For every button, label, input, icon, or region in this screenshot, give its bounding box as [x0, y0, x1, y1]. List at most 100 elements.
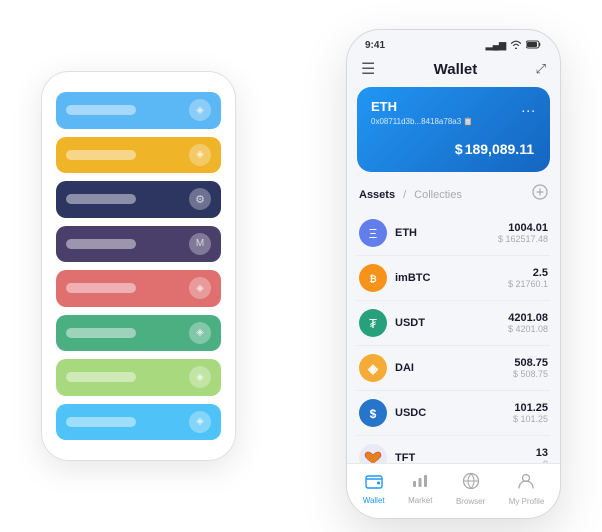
card-icon-7: ◈ [189, 366, 211, 388]
eth-card[interactable]: ETH ... 0x08711d3b...8418a78a3 📋 $189,08… [357, 87, 550, 172]
market-nav-icon [411, 473, 429, 494]
status-icons: ▂▄▆ [486, 40, 542, 51]
card-icon-5: ◈ [189, 277, 211, 299]
expand-icon[interactable]: ⤢ [536, 61, 546, 77]
svg-text:◈: ◈ [367, 361, 379, 376]
usdc-amounts: 101.25 $ 101.25 [513, 402, 548, 424]
phone-content: ETH ... 0x08711d3b...8418a78a3 📋 $189,08… [347, 87, 560, 463]
tft-icon [359, 444, 387, 463]
card-label-6 [66, 328, 136, 338]
eth-amounts: 1004.01 $ 162517.48 [498, 222, 548, 244]
nav-market-label: Market [408, 496, 432, 505]
asset-item-eth[interactable]: Ξ ETH 1004.01 $ 162517.48 [357, 211, 550, 256]
asset-item-usdc[interactable]: $ USDC 101.25 $ 101.25 [357, 391, 550, 436]
card-row-3[interactable]: ⚙ [56, 181, 221, 218]
eth-amount-value: 189,089.11 [465, 141, 534, 157]
imbtc-name: imBTC [395, 272, 508, 284]
dai-secondary: $ 508.75 [513, 369, 548, 379]
card-row-2[interactable]: ◈ [56, 137, 221, 174]
asset-item-imbtc[interactable]: ₿ imBTC 2.5 $ 21760.1 [357, 256, 550, 301]
usdt-name: USDT [395, 317, 508, 329]
assets-tab-active[interactable]: Assets [359, 189, 395, 201]
dai-amounts: 508.75 $ 508.75 [513, 357, 548, 379]
eth-name: ETH [395, 227, 498, 239]
card-icon-4: M [189, 233, 211, 255]
card-row-8[interactable]: ◈ [56, 404, 221, 441]
wallet-nav-icon [365, 473, 383, 494]
signal-icon: ▂▄▆ [486, 40, 506, 51]
usdc-primary: 101.25 [513, 402, 548, 414]
nav-browser-label: Browser [456, 497, 485, 506]
nav-market[interactable]: Market [408, 473, 432, 505]
svg-text:$: $ [370, 407, 377, 421]
imbtc-secondary: $ 21760.1 [508, 279, 548, 289]
assets-tabs: Assets / Collecties [359, 189, 462, 201]
card-row-6[interactable]: ◈ [56, 315, 221, 352]
asset-item-usdt[interactable]: ₮ USDT 4201.08 $ 4201.08 [357, 301, 550, 346]
usdc-secondary: $ 101.25 [513, 414, 548, 424]
asset-item-dai[interactable]: ◈ DAI 508.75 $ 508.75 [357, 346, 550, 391]
card-icon-6: ◈ [189, 322, 211, 344]
eth-card-address: 0x08711d3b...8418a78a3 📋 [371, 117, 536, 126]
status-bar: 9:41 ▂▄▆ [347, 30, 560, 55]
eth-card-top: ETH ... [371, 99, 536, 115]
nav-browser[interactable]: Browser [456, 472, 485, 506]
usdt-secondary: $ 4201.08 [508, 324, 548, 334]
nav-wallet-label: Wallet [363, 496, 385, 505]
eth-card-menu[interactable]: ... [521, 99, 536, 115]
card-label-1 [66, 105, 136, 115]
wifi-icon [510, 40, 522, 51]
asset-list: Ξ ETH 1004.01 $ 162517.48 ₿ imBTC 2.5 $ … [357, 211, 550, 463]
card-row-5[interactable]: ◈ [56, 270, 221, 307]
back-phone: ◈ ◈ ⚙ M ◈ ◈ ◈ ◈ [41, 71, 236, 461]
status-time: 9:41 [365, 40, 385, 51]
svg-text:₿: ₿ [369, 274, 376, 284]
profile-nav-icon [517, 472, 535, 495]
imbtc-amounts: 2.5 $ 21760.1 [508, 267, 548, 289]
assets-tab-sep: / [403, 189, 406, 201]
eth-card-amount: $189,089.11 [371, 134, 536, 160]
card-icon-3: ⚙ [189, 188, 211, 210]
assets-tab-inactive[interactable]: Collecties [414, 189, 462, 201]
card-label-8 [66, 417, 136, 427]
dai-name: DAI [395, 362, 513, 374]
dai-icon: ◈ [359, 354, 387, 382]
nav-wallet[interactable]: Wallet [363, 473, 385, 505]
assets-add-button[interactable] [532, 184, 548, 205]
card-label-7 [66, 372, 136, 382]
card-row-4[interactable]: M [56, 226, 221, 263]
card-row-7[interactable]: ◈ [56, 359, 221, 396]
eth-symbol: ETH [371, 99, 397, 114]
card-label-5 [66, 283, 136, 293]
header-title: Wallet [375, 61, 535, 78]
usdt-primary: 4201.08 [508, 312, 548, 324]
assets-header: Assets / Collecties [357, 184, 550, 205]
usdc-name: USDC [395, 407, 513, 419]
nav-profile-label: My Profile [509, 497, 545, 506]
tft-primary: 13 [536, 447, 548, 459]
nav-profile[interactable]: My Profile [509, 472, 545, 506]
eth-icon: Ξ [359, 219, 387, 247]
front-phone: 9:41 ▂▄▆ ☰ Wallet ⤢ ETH .. [346, 29, 561, 519]
browser-nav-icon [462, 472, 480, 495]
phone-header: ☰ Wallet ⤢ [347, 55, 560, 87]
card-icon-1: ◈ [189, 99, 211, 121]
eth-primary: 1004.01 [498, 222, 548, 234]
eth-secondary: $ 162517.48 [498, 234, 548, 244]
card-label-3 [66, 194, 136, 204]
imbtc-icon: ₿ [359, 264, 387, 292]
card-icon-8: ◈ [189, 411, 211, 433]
menu-icon[interactable]: ☰ [361, 59, 375, 79]
battery-icon [526, 40, 542, 51]
dai-primary: 508.75 [513, 357, 548, 369]
tft-name: TFT [395, 452, 536, 463]
asset-item-tft[interactable]: TFT 13 0 [357, 436, 550, 463]
scene: ◈ ◈ ⚙ M ◈ ◈ ◈ ◈ [11, 11, 591, 521]
card-label-2 [66, 150, 136, 160]
usdc-icon: $ [359, 399, 387, 427]
imbtc-primary: 2.5 [508, 267, 548, 279]
usdt-amounts: 4201.08 $ 4201.08 [508, 312, 548, 334]
card-row-1[interactable]: ◈ [56, 92, 221, 129]
card-label-4 [66, 239, 136, 249]
usdt-icon: ₮ [359, 309, 387, 337]
